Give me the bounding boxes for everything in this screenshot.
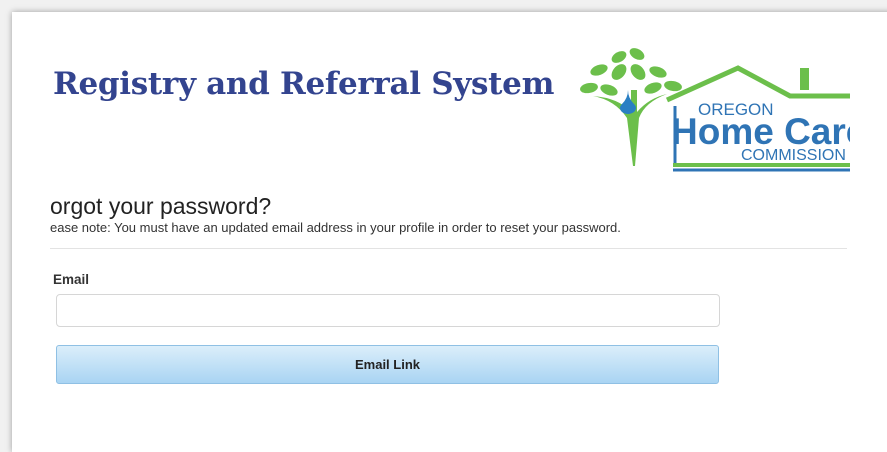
email-label: Email: [53, 272, 90, 287]
house-roof-icon: [665, 65, 850, 103]
email-field[interactable]: [56, 294, 720, 327]
forgot-password-heading: orgot your password?: [50, 193, 272, 219]
svg-text:Home Care: Home Care: [671, 111, 850, 152]
divider: [50, 248, 847, 249]
svg-text:COMMISSION: COMMISSION: [741, 147, 846, 164]
page-title: Registry and Referral System: [53, 66, 555, 102]
email-link-button[interactable]: Email Link: [56, 345, 719, 384]
email-requirement-note: ease note: You must have an updated emai…: [50, 220, 621, 235]
home-care-commission-logo: OREGON Home Care COMMISSION: [575, 48, 850, 173]
